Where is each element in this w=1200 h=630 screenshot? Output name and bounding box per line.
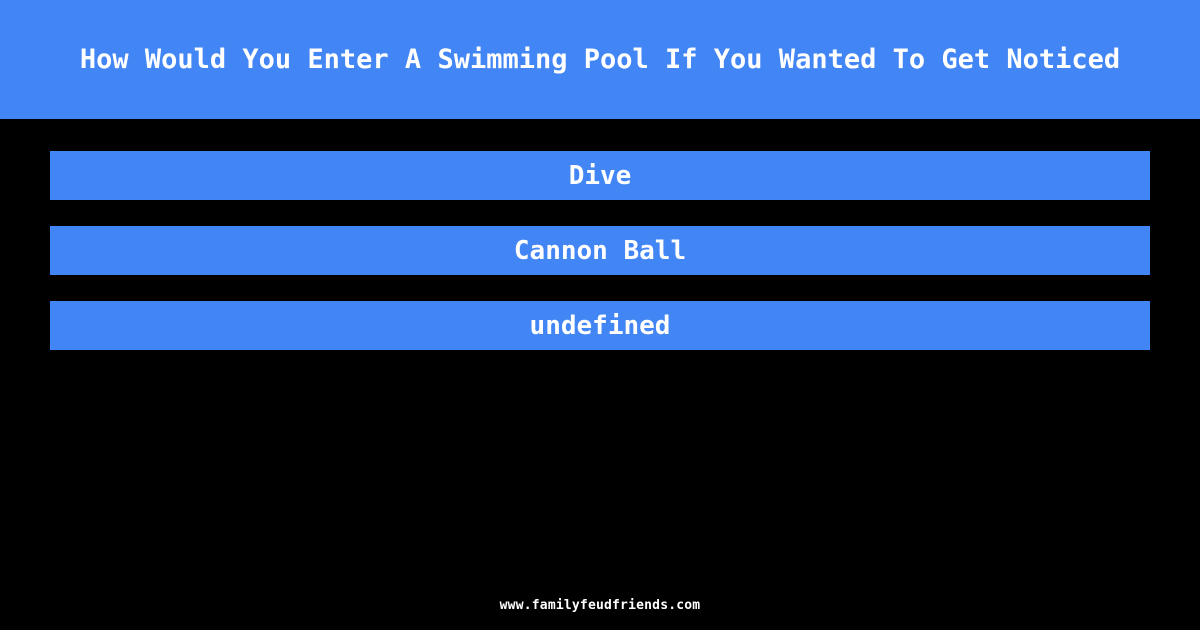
answer-row-2[interactable]: Cannon Ball xyxy=(50,226,1150,275)
answer-label: undefined xyxy=(529,310,671,341)
footer: www.familyfeudfriends.com xyxy=(0,598,1200,614)
answer-card: How Would You Enter A Swimming Pool If Y… xyxy=(0,0,1200,630)
question-header-banner: How Would You Enter A Swimming Pool If Y… xyxy=(0,0,1200,119)
answer-row-1[interactable]: Dive xyxy=(50,151,1150,200)
answer-label: Cannon Ball xyxy=(513,235,687,266)
answer-row-3[interactable]: undefined xyxy=(50,301,1150,350)
website-url: www.familyfeudfriends.com xyxy=(499,598,701,613)
answers-list: Dive Cannon Ball undefined xyxy=(50,151,1150,350)
question-title: How Would You Enter A Swimming Pool If Y… xyxy=(79,43,1121,75)
answer-label: Dive xyxy=(568,160,632,191)
